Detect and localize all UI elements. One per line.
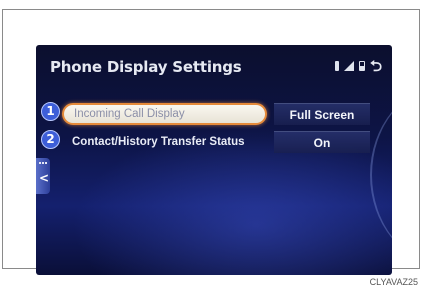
page-title: Phone Display Settings — [50, 58, 242, 76]
scroll-indicator — [370, 85, 392, 265]
battery-icon — [358, 61, 365, 71]
side-panel-tab[interactable]: < — [36, 158, 50, 194]
figure-code: CLYAVAZ25 — [369, 277, 418, 287]
setting-label[interactable]: Contact/History Transfer Status — [62, 131, 267, 153]
setting-label[interactable]: Incoming Call Display — [62, 103, 267, 125]
back-arrow-icon[interactable]: ⮌ — [370, 59, 382, 74]
setting-value-button[interactable]: On — [274, 131, 370, 153]
menu-dots-icon — [39, 162, 47, 168]
bluetooth-icon — [334, 61, 339, 71]
signal-icon — [343, 61, 354, 71]
setting-value-button[interactable]: Full Screen — [274, 103, 370, 125]
callout-badge-2: 2 — [41, 130, 60, 149]
figure-frame: Phone Display Settings ⮌ Incoming Call D… — [2, 9, 420, 275]
chevron-left-icon: < — [39, 171, 50, 185]
display-screen: Phone Display Settings ⮌ Incoming Call D… — [36, 45, 392, 275]
status-bar: ⮌ — [334, 59, 382, 74]
callout-badge-1: 1 — [41, 102, 60, 121]
